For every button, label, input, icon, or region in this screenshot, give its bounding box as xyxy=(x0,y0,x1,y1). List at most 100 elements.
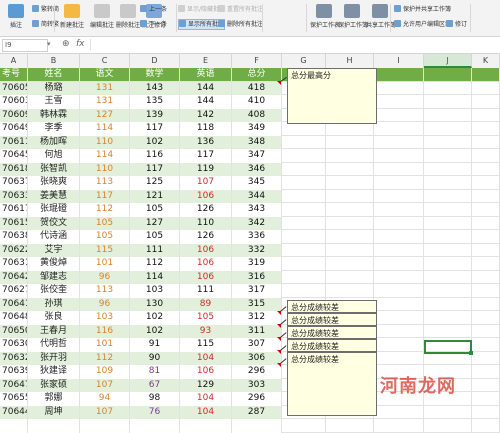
table-cell[interactable]: 107 xyxy=(80,378,130,392)
empty-cell[interactable] xyxy=(374,338,424,352)
table-cell[interactable]: 113 xyxy=(80,176,130,190)
table-cell[interactable]: 贺佼文 xyxy=(28,216,80,230)
ribbon-small-button-2[interactable]: 上一条 xyxy=(140,4,167,15)
header-cell[interactable]: 姓名 xyxy=(28,68,80,82)
table-cell[interactable]: 319 xyxy=(232,257,282,271)
table-cell[interactable]: 张良 xyxy=(28,311,80,325)
table-cell[interactable]: 70639 xyxy=(0,365,28,379)
empty-cell[interactable] xyxy=(326,216,374,230)
table-cell[interactable]: 张家硕 xyxy=(28,378,80,392)
table-cell[interactable]: 张晓爽 xyxy=(28,176,80,190)
empty-cell[interactable] xyxy=(472,324,500,338)
empty-cell[interactable] xyxy=(374,243,424,257)
table-cell[interactable]: 67 xyxy=(130,378,180,392)
table-cell[interactable]: 114 xyxy=(80,149,130,163)
table-cell[interactable]: 110 xyxy=(80,135,130,149)
table-cell[interactable]: 70641 xyxy=(0,297,28,311)
empty-cell[interactable] xyxy=(374,68,424,82)
table-cell[interactable]: 孙琪 xyxy=(28,297,80,311)
table-cell[interactable]: 121 xyxy=(130,189,180,203)
table-cell[interactable]: 70605 xyxy=(0,81,28,95)
table-cell[interactable]: 349 xyxy=(232,122,282,136)
table-cell[interactable]: 106 xyxy=(180,270,232,284)
function-icon[interactable]: fx xyxy=(76,39,85,49)
header-cell[interactable]: 英语 xyxy=(180,68,232,82)
empty-cell[interactable] xyxy=(424,419,472,433)
column-header-k[interactable]: K xyxy=(472,54,500,68)
table-cell[interactable]: 105 xyxy=(130,230,180,244)
table-cell[interactable]: 130 xyxy=(130,297,180,311)
empty-cell[interactable] xyxy=(472,378,500,392)
empty-cell[interactable] xyxy=(424,216,472,230)
table-cell[interactable]: 307 xyxy=(232,338,282,352)
table-cell[interactable]: 348 xyxy=(232,135,282,149)
empty-cell[interactable] xyxy=(326,243,374,257)
table-cell[interactable]: 70638 xyxy=(0,230,28,244)
name-box[interactable]: I9 xyxy=(2,39,48,52)
empty-cell[interactable] xyxy=(282,162,326,176)
table-cell[interactable]: 70655 xyxy=(0,392,28,406)
table-cell[interactable]: 303 xyxy=(232,378,282,392)
ribbon-button-3[interactable]: 删除批注 xyxy=(114,3,142,34)
table-cell[interactable]: 代明哲 xyxy=(28,338,80,352)
table-cell[interactable]: 317 xyxy=(232,284,282,298)
table-cell[interactable]: 杨璐 xyxy=(28,81,80,95)
table-cell[interactable]: 131 xyxy=(80,81,130,95)
table-cell[interactable]: 345 xyxy=(232,176,282,190)
empty-cell[interactable] xyxy=(326,257,374,271)
table-cell[interactable]: 143 xyxy=(130,81,180,95)
empty-cell[interactable] xyxy=(424,162,472,176)
empty-cell[interactable] xyxy=(374,230,424,244)
table-cell[interactable]: 144 xyxy=(180,81,232,95)
empty-cell[interactable] xyxy=(424,243,472,257)
table-cell[interactable]: 96 xyxy=(80,297,130,311)
empty-cell[interactable] xyxy=(374,95,424,109)
empty-cell[interactable] xyxy=(374,122,424,136)
empty-cell[interactable] xyxy=(326,135,374,149)
comment-box[interactable]: 总分成绩较差 xyxy=(287,339,377,352)
table-cell[interactable]: 70631 xyxy=(0,257,28,271)
table-cell[interactable]: 136 xyxy=(180,135,232,149)
empty-cell[interactable] xyxy=(424,297,472,311)
header-cell[interactable]: 总分 xyxy=(232,68,282,82)
empty-cell[interactable] xyxy=(326,122,374,136)
comment-box[interactable]: 总分成绩较差 xyxy=(287,352,377,416)
table-cell[interactable]: 70645 xyxy=(0,149,28,163)
empty-cell[interactable] xyxy=(424,284,472,298)
table-cell[interactable]: 116 xyxy=(130,149,180,163)
empty-cell[interactable] xyxy=(374,203,424,217)
table-cell[interactable]: 70627 xyxy=(0,284,28,298)
table-cell[interactable]: 96 xyxy=(80,270,130,284)
table-cell[interactable]: 106 xyxy=(180,257,232,271)
empty-cell[interactable] xyxy=(374,162,424,176)
table-cell[interactable]: 347 xyxy=(232,149,282,163)
table-cell[interactable]: 王雪 xyxy=(28,95,80,109)
table-cell[interactable]: 346 xyxy=(232,162,282,176)
empty-cell[interactable] xyxy=(326,230,374,244)
header-cell[interactable]: 语文 xyxy=(80,68,130,82)
column-header-g[interactable]: G xyxy=(282,54,326,68)
empty-cell[interactable] xyxy=(472,122,500,136)
table-cell[interactable]: 311 xyxy=(232,324,282,338)
table-cell[interactable]: 70615 xyxy=(0,216,28,230)
empty-cell[interactable] xyxy=(374,297,424,311)
column-header-i[interactable]: I xyxy=(374,54,424,68)
ribbon-small-button-9[interactable]: 允许用户编辑区域 xyxy=(394,19,451,30)
table-cell[interactable]: 103 xyxy=(80,311,130,325)
table-cell[interactable]: 126 xyxy=(180,230,232,244)
table-cell[interactable]: 代诗涵 xyxy=(28,230,80,244)
table-cell[interactable]: 105 xyxy=(130,203,180,217)
table-cell[interactable]: 郭娜 xyxy=(28,392,80,406)
empty-cell[interactable] xyxy=(374,270,424,284)
empty-cell[interactable] xyxy=(472,162,500,176)
table-cell[interactable]: 135 xyxy=(130,95,180,109)
table-cell[interactable]: 410 xyxy=(232,95,282,109)
ribbon-button-1[interactable]: 新建批注 xyxy=(58,3,86,34)
empty-cell[interactable] xyxy=(472,351,500,365)
table-cell[interactable]: 76 xyxy=(130,405,180,419)
table-cell[interactable]: 139 xyxy=(130,108,180,122)
empty-cell[interactable] xyxy=(282,176,326,190)
table-cell[interactable]: 114 xyxy=(130,270,180,284)
empty-cell[interactable] xyxy=(424,189,472,203)
header-cell[interactable]: 考号 xyxy=(0,68,28,82)
